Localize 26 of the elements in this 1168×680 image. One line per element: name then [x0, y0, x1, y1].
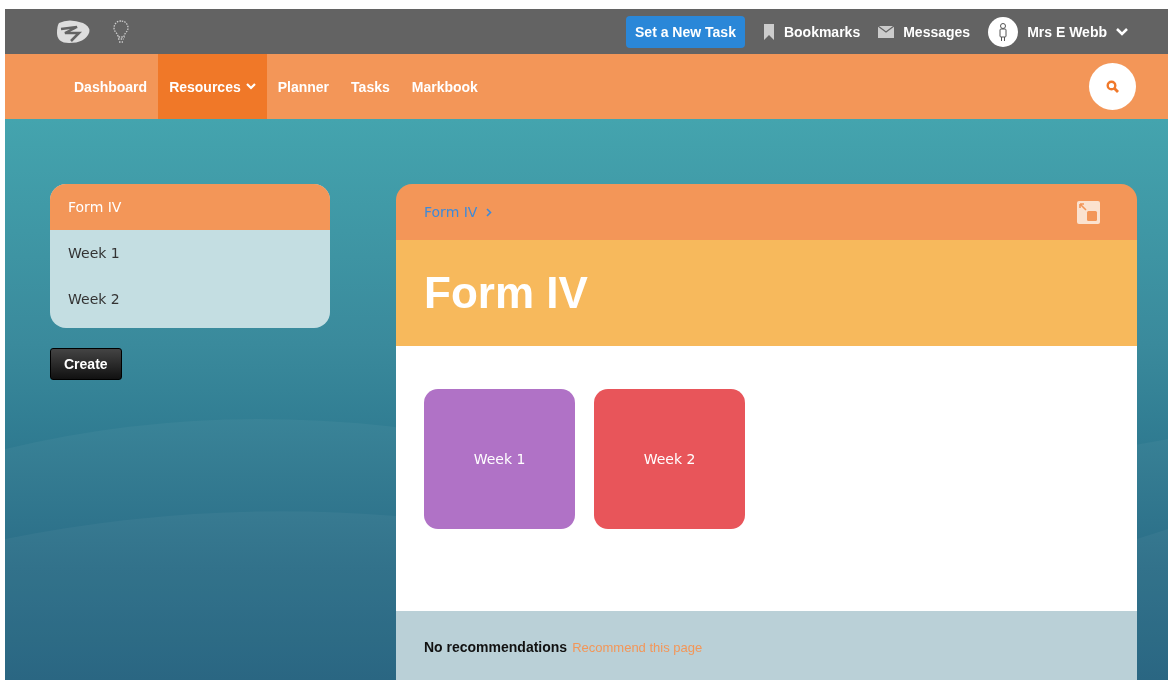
nav-tab[interactable]: Planner	[266, 54, 341, 119]
sidebar-item[interactable]: Form IV	[50, 184, 330, 230]
chevron-right-icon	[486, 207, 493, 217]
folder-tile[interactable]: Week 1	[424, 389, 575, 529]
avatar-icon[interactable]	[988, 16, 1019, 47]
envelope-icon	[878, 25, 895, 38]
create-button[interactable]: Create	[50, 348, 122, 380]
recommendations-text: No recommendations	[424, 639, 568, 655]
search-button[interactable]	[1089, 63, 1136, 110]
nav-tab[interactable]: Markbook	[400, 54, 489, 119]
nav-tab[interactable]: Dashboard	[63, 54, 159, 119]
new-task-button[interactable]: Set a New Task	[626, 15, 745, 48]
user-menu[interactable]: Mrs E Webb	[1027, 23, 1107, 40]
sidebar-item[interactable]: Week 1	[50, 230, 330, 276]
folder-tile[interactable]: Week 2	[594, 389, 745, 529]
bookmark-icon	[762, 23, 775, 40]
sidebar-item[interactable]: Week 2	[50, 276, 330, 322]
logo-icon[interactable]	[55, 18, 91, 45]
messages-link[interactable]: Messages	[903, 23, 971, 40]
nav-tab[interactable]: Tasks	[340, 54, 401, 119]
lightbulb-icon[interactable]	[113, 19, 129, 44]
bookmarks-link[interactable]: Bookmarks	[783, 23, 861, 40]
page-title: Form IV	[424, 268, 588, 318]
search-icon	[1105, 79, 1120, 94]
chevron-down-icon[interactable]	[1116, 27, 1128, 36]
nav-tab[interactable]: Resources	[158, 54, 267, 119]
